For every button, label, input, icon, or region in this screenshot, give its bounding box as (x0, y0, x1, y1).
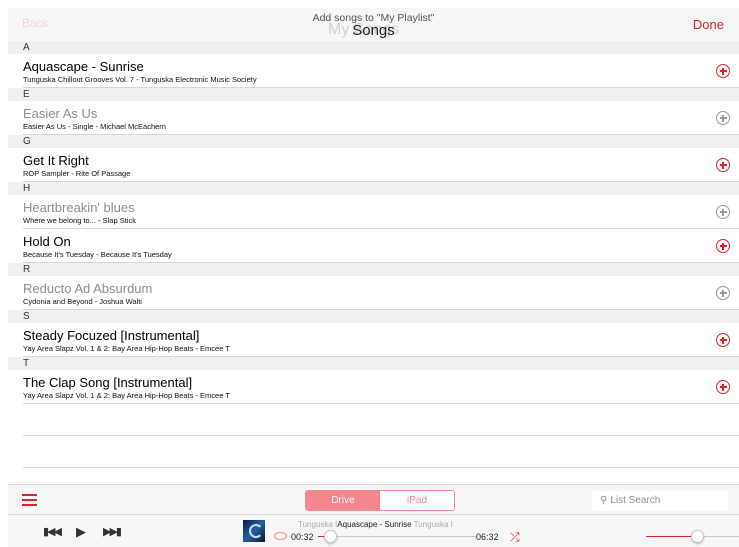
skip-back-icon[interactable]: ▮◀◀ (43, 525, 62, 538)
song-subtitle: Because It's Tuesday - Because It's Tues… (23, 250, 172, 259)
volume-knob[interactable] (690, 530, 704, 543)
song-subtitle: Tunguska Chillout Grooves Vol. 7 - Tungu… (23, 75, 257, 84)
done-button[interactable]: Done (693, 17, 724, 32)
song-list: A Aquascape - Sunrise Tunguska Chillout Gr… (8, 41, 739, 468)
seek-track[interactable] (318, 536, 476, 537)
song-subtitle: Yay Area Slapz Vol. 1 & 2: Bay Area Hip-… (23, 344, 230, 353)
song-title: Reducto Ad Absurdum (23, 281, 153, 296)
song-subtitle: Where we belong to... - Slap Stick (23, 216, 136, 225)
add-song-icon[interactable] (716, 333, 730, 347)
hamburger-icon[interactable] (22, 494, 37, 506)
song-subtitle: ROP Sampler - Rite Of Passage (23, 169, 131, 178)
elapsed-time: 00:32 (291, 532, 314, 542)
navigation-bar: Back My Songs Add songs to "My Playlist"… (8, 8, 739, 41)
add-song-icon[interactable] (716, 286, 730, 300)
song-title: Get It Right (23, 153, 89, 168)
empty-row (23, 404, 739, 436)
song-row[interactable]: Get It Right ROP Sampler - Rite Of Passag… (23, 148, 739, 182)
song-title: Heartbreakin' blues (23, 200, 135, 215)
song-subtitle: Easier As Us - Single - Michael McEacher… (23, 122, 166, 131)
song-title: Easier As Us (23, 106, 98, 121)
song-row[interactable]: The Clap Song [Instrumental] Yay Area Sla… (23, 370, 739, 404)
now-playing-bar: ▮◀◀ ▶ ▶▶▮ Tunguska IAquascape - Sunrise … (8, 514, 739, 547)
segment-drive[interactable]: Drive (306, 491, 380, 510)
song-row[interactable]: Heartbreakin' blues Where we belong to...… (23, 195, 739, 229)
song-row[interactable]: Aquascape - Sunrise Tunguska Chillout Gro… (23, 54, 739, 88)
page-title: Songs (352, 22, 395, 39)
segment-ipad[interactable]: iPad (380, 491, 454, 510)
song-title: Aquascape - Sunrise (23, 59, 144, 74)
volume-fill (646, 536, 698, 537)
shuffle-icon[interactable]: ⤮ (510, 530, 520, 545)
add-song-icon[interactable] (716, 158, 730, 172)
song-row[interactable]: Reducto Ad Absurdum Cydonia and Beyond - … (23, 276, 739, 310)
section-header: E (8, 88, 739, 101)
song-title: Steady Focuzed [Instrumental] (23, 328, 200, 343)
now-playing-title: Aquascape - Sunrise (337, 520, 412, 529)
magnifier-icon: ⚲ (600, 495, 608, 506)
add-song-icon[interactable] (716, 64, 730, 78)
add-song-icon[interactable] (716, 239, 730, 253)
search-input[interactable]: ⚲ List Search (592, 491, 728, 511)
song-subtitle: Yay Area Slapz Vol. 1 & 2: Bay Area Hip-… (23, 391, 230, 400)
add-song-icon[interactable] (716, 380, 730, 394)
source-segmented-control: Drive iPad (305, 490, 455, 511)
remaining-time: 06:32 (476, 532, 499, 542)
song-subtitle: Cydonia and Beyond - Joshua Walti (23, 297, 142, 306)
song-row[interactable]: Easier As Us Easier As Us - Single - Mich… (23, 101, 739, 135)
add-song-icon[interactable] (716, 111, 730, 125)
empty-row (23, 436, 739, 468)
album-art[interactable] (243, 520, 265, 542)
song-title: The Clap Song [Instrumental] (23, 375, 193, 390)
play-icon[interactable]: ▶ (76, 524, 86, 540)
search-placeholder: List Search (610, 495, 661, 506)
section-header: R (8, 263, 739, 276)
now-playing-text: Tunguska IAquascape - Sunrise Tunguska I (298, 520, 453, 529)
skip-forward-icon[interactable]: ▶▶▮ (103, 525, 122, 538)
now-playing-post: Tunguska I (413, 520, 453, 529)
song-row[interactable]: Hold On Because It's Tuesday - Because It… (23, 229, 739, 263)
section-header: H (8, 182, 739, 195)
seek-knob[interactable] (324, 530, 338, 543)
now-playing-pre: Tunguska I (298, 520, 338, 529)
section-header: G (8, 135, 739, 148)
bottom-toolbar: Drive iPad ⚲ List Search (8, 484, 739, 514)
song-row[interactable]: Steady Focuzed [Instrumental] Yay Area Sl… (23, 323, 739, 357)
section-header: A (8, 41, 739, 54)
app-window: Back My Songs Add songs to "My Playlist"… (8, 8, 739, 547)
section-header: T (8, 357, 739, 370)
song-title: Hold On (23, 234, 71, 249)
add-song-icon[interactable] (716, 205, 730, 219)
section-header: S (8, 310, 739, 323)
lyrics-icon[interactable] (274, 532, 287, 540)
